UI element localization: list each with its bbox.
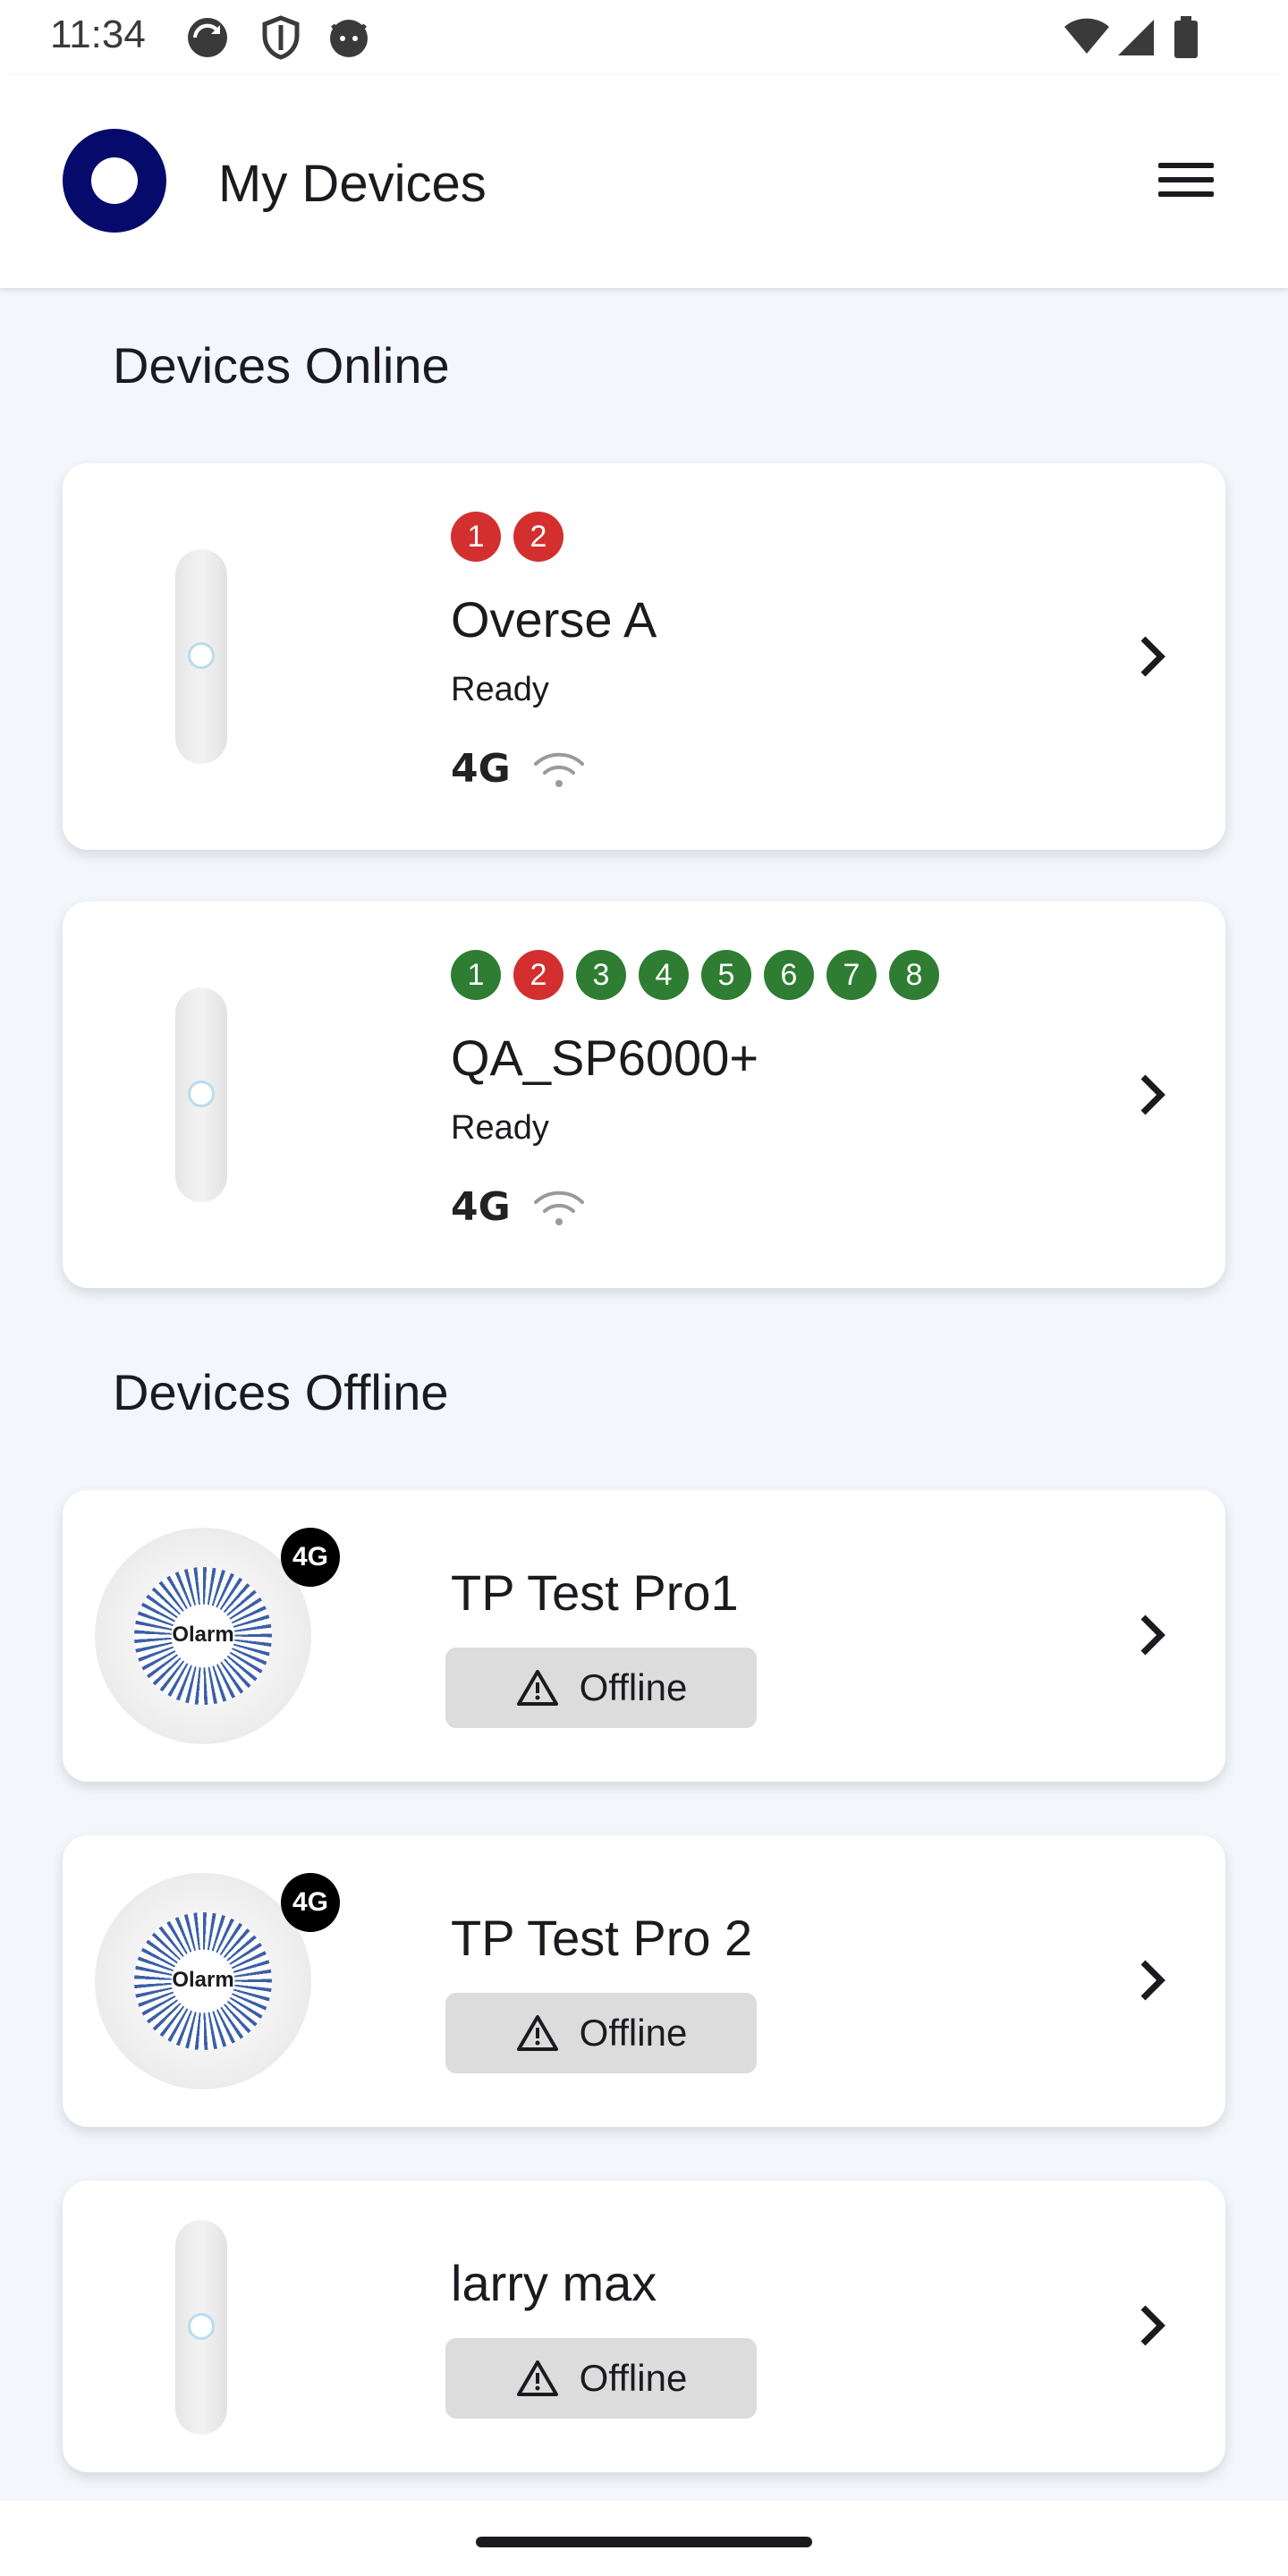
device-name: TP Test Pro 2 xyxy=(451,1910,753,1966)
signal-icon xyxy=(1118,20,1154,55)
device-card-larry-max[interactable]: larry max Offline xyxy=(63,2181,1225,2472)
status-time: 11:34 xyxy=(50,13,146,56)
offline-status-chip: Offline xyxy=(445,2338,757,2419)
zone-badge: 2 xyxy=(513,512,564,562)
zone-badge: 1 xyxy=(451,512,501,562)
device-image: Olarm xyxy=(95,1528,311,1744)
gesture-navigation-bar xyxy=(0,2501,1288,2576)
chevron-right-icon xyxy=(1140,2305,1165,2346)
device-name: TP Test Pro1 xyxy=(451,1564,739,1621)
network-badge: 4G xyxy=(281,1873,340,1932)
app-logo xyxy=(63,129,166,233)
device-status: Ready xyxy=(451,671,549,708)
zone-badge: 5 xyxy=(701,950,751,1000)
zone-indicators: 1 2 3 4 5 6 7 8 xyxy=(451,950,939,1000)
home-indicator[interactable] xyxy=(476,2537,812,2547)
app-bar: My Devices xyxy=(0,75,1288,288)
brand-logo: Olarm xyxy=(172,1623,234,1647)
network-badge: 4G xyxy=(281,1528,340,1587)
wifi-signal-icon xyxy=(533,752,584,787)
device-image xyxy=(175,549,227,764)
zone-badge: 1 xyxy=(451,950,501,1000)
menu-button[interactable] xyxy=(1154,157,1218,208)
chevron-right-icon xyxy=(1140,1074,1165,1115)
zone-badge: 7 xyxy=(826,950,877,1000)
cat-face-icon xyxy=(330,20,368,57)
zone-badge: 6 xyxy=(764,950,814,1000)
battery-icon xyxy=(1174,16,1198,58)
section-heading-online: Devices Online xyxy=(113,337,450,394)
network-type: 4G xyxy=(451,1184,511,1230)
device-image xyxy=(175,987,227,1202)
chevron-right-icon xyxy=(1140,636,1165,677)
zone-badge: 4 xyxy=(639,950,689,1000)
chevron-right-icon xyxy=(1140,1960,1165,2001)
device-name: larry max xyxy=(451,2255,657,2311)
offline-status-chip: Offline xyxy=(445,1993,757,2073)
wifi-signal-icon xyxy=(533,1191,584,1225)
offline-status-chip: Offline xyxy=(445,1648,757,1728)
network-info: 4G xyxy=(451,746,586,792)
network-info: 4G xyxy=(451,1184,586,1230)
warning-icon xyxy=(516,2015,558,2051)
device-status: Ready xyxy=(451,1109,549,1147)
shield-icon xyxy=(262,15,300,60)
network-type: 4G xyxy=(451,746,511,792)
warning-icon xyxy=(516,2360,558,2396)
wifi-icon xyxy=(1064,18,1109,54)
device-name: Overse A xyxy=(451,591,657,648)
device-card-tp-test-pro1[interactable]: Olarm 4G TP Test Pro1 Offline xyxy=(63,1490,1225,1782)
device-card-tp-test-pro-2[interactable]: Olarm 4G TP Test Pro 2 Offline xyxy=(63,1835,1225,2127)
device-image: Olarm xyxy=(95,1873,311,2089)
page-title: My Devices xyxy=(218,155,487,213)
hamburger-menu-icon xyxy=(1154,163,1218,197)
zone-badge: 3 xyxy=(576,950,626,1000)
device-card-overse-a[interactable]: 1 2 Overse A Ready 4G xyxy=(63,463,1225,850)
warning-icon xyxy=(516,1670,558,1706)
chevron-right-icon xyxy=(1140,1614,1165,1656)
status-label: Offline xyxy=(579,2357,688,2399)
device-card-qa-sp6000[interactable]: 1 2 3 4 5 6 7 8 QA_SP6000+ Ready 4G xyxy=(63,902,1225,1288)
zone-badge: 8 xyxy=(889,950,939,1000)
status-label: Offline xyxy=(579,1666,688,1708)
section-heading-offline: Devices Offline xyxy=(113,1364,449,1420)
status-bar: 11:34 xyxy=(0,0,1288,75)
brand-logo: Olarm xyxy=(172,1968,234,1992)
device-image xyxy=(175,2220,227,2435)
status-label: Offline xyxy=(579,2012,688,2054)
sync-icon xyxy=(188,18,227,57)
zone-badge: 2 xyxy=(513,950,564,1000)
zone-indicators: 1 2 xyxy=(451,512,564,562)
device-name: QA_SP6000+ xyxy=(451,1030,759,1086)
